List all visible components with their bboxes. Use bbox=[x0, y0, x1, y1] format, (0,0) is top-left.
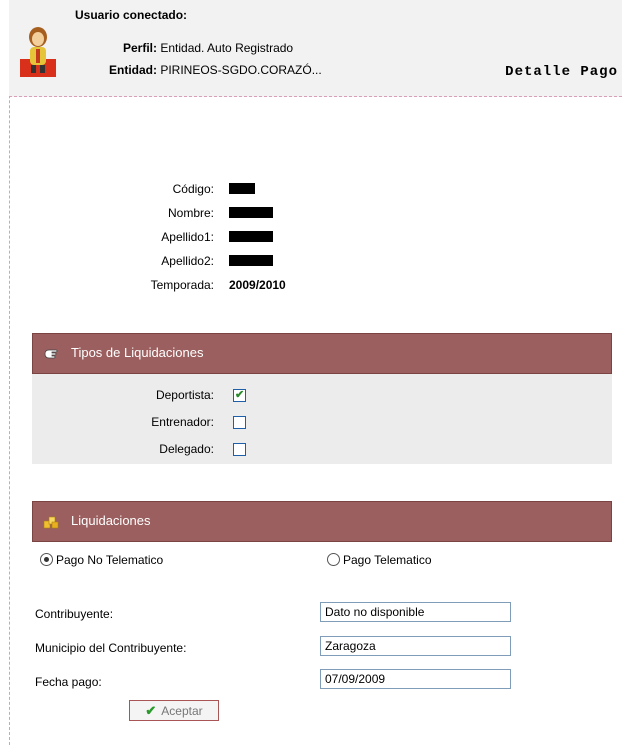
connected-user-label: Usuario conectado: bbox=[75, 8, 188, 22]
liquidaciones-section-title: Liquidaciones bbox=[71, 513, 151, 528]
page-title: Detalle Pago bbox=[505, 64, 618, 80]
entity-value: PIRINEOS-SGDO.CORAZÓ... bbox=[160, 63, 322, 77]
apellido2-redacted bbox=[229, 255, 273, 266]
profile-value: Entidad. Auto Registrado bbox=[160, 41, 294, 55]
profile-row: Perfil: Entidad. Auto Registrado bbox=[95, 41, 293, 55]
checkmark-icon: ✔ bbox=[145, 702, 157, 718]
entrenador-label: Entrenador: bbox=[151, 415, 214, 429]
radio-unselected-icon[interactable] bbox=[327, 553, 340, 566]
radio-selected-icon[interactable] bbox=[40, 553, 53, 566]
page-border bbox=[9, 0, 10, 745]
check-icon: ✔ bbox=[235, 389, 245, 401]
apellido1-redacted bbox=[229, 231, 273, 242]
radio-telematico[interactable]: Pago Telematico bbox=[327, 553, 432, 567]
apellido2-label: Apellido2: bbox=[161, 254, 214, 268]
hand-pointer-icon bbox=[44, 349, 58, 359]
temporada-label: Temporada: bbox=[150, 278, 214, 292]
radio-no-telematico[interactable]: Pago No Telematico bbox=[40, 553, 163, 567]
deportista-checkbox[interactable]: ✔ bbox=[233, 389, 246, 402]
deportista-label: Deportista: bbox=[155, 388, 214, 402]
entity-row: Entidad: PIRINEOS-SGDO.CORAZÓ... bbox=[95, 63, 322, 77]
entrenador-checkbox[interactable] bbox=[233, 416, 246, 429]
codigo-label: Código: bbox=[172, 182, 214, 196]
municipio-label: Municipio del Contribuyente: bbox=[35, 641, 187, 655]
delegado-checkbox[interactable] bbox=[233, 443, 246, 456]
municipio-field[interactable] bbox=[320, 636, 511, 656]
contribuyente-field[interactable] bbox=[320, 602, 511, 622]
user-avatar-icon bbox=[20, 27, 56, 77]
radio-telematico-label: Pago Telematico bbox=[343, 553, 432, 567]
fecha-pago-label: Fecha pago: bbox=[35, 675, 102, 689]
fecha-pago-field[interactable] bbox=[320, 669, 511, 689]
nombre-redacted bbox=[229, 207, 273, 218]
aceptar-button[interactable]: ✔ Aceptar bbox=[129, 700, 219, 721]
aceptar-label: Aceptar bbox=[161, 703, 203, 718]
apellido1-label: Apellido1: bbox=[161, 230, 214, 244]
temporada-value: 2009/2010 bbox=[229, 278, 286, 292]
liquidaciones-section-header: Liquidaciones bbox=[32, 501, 612, 542]
contribuyente-label: Contribuyente: bbox=[35, 607, 114, 621]
codigo-redacted bbox=[229, 183, 255, 194]
folders-icon bbox=[43, 516, 59, 529]
profile-label: Perfil: bbox=[122, 41, 157, 55]
delegado-label: Delegado: bbox=[159, 442, 214, 456]
entity-label: Entidad: bbox=[109, 63, 157, 77]
tipos-section-header: Tipos de Liquidaciones bbox=[32, 333, 612, 374]
radio-no-telematico-label: Pago No Telematico bbox=[56, 553, 164, 567]
tipos-section-title: Tipos de Liquidaciones bbox=[71, 345, 204, 360]
nombre-label: Nombre: bbox=[167, 206, 214, 220]
header: Usuario conectado: Perfil: Entidad. Auto… bbox=[9, 0, 622, 97]
